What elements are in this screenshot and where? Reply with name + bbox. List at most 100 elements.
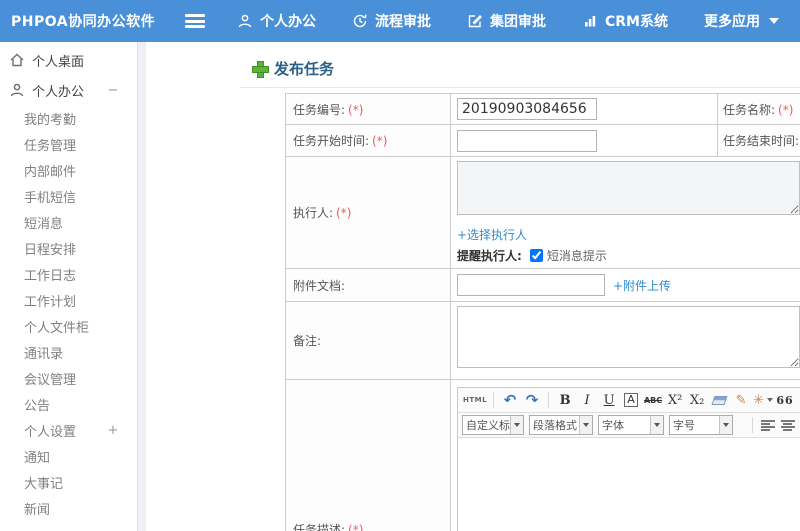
brush-icon-glyph: ✎: [735, 392, 747, 408]
caret-down-icon: [579, 416, 592, 434]
main-content: 发布任务 任务编号:(*) 任务名称:(*) 任务开始时间:(*) 任务结束时间…: [146, 42, 800, 531]
sms-remind-checkbox[interactable]: [529, 249, 543, 262]
bold-button-glyph: B: [559, 392, 571, 408]
executor-textarea[interactable]: [457, 161, 800, 215]
editor-content-area[interactable]: [458, 438, 800, 531]
redo-icon[interactable]: ↷: [522, 390, 542, 410]
strikethrough-button[interactable]: ABC: [643, 390, 663, 410]
collapse-icon[interactable]: −: [103, 83, 123, 98]
superscript-button[interactable]: X²: [665, 390, 685, 410]
sidebar-item-notice[interactable]: 通知: [0, 443, 137, 469]
html-source-button[interactable]: HTML: [463, 390, 487, 410]
bold-button[interactable]: B: [555, 390, 575, 410]
underline-button-glyph: U: [603, 392, 615, 408]
custom-title-select[interactable]: 自定义标题: [462, 415, 524, 435]
sidebar-item-label: 个人办公: [32, 84, 85, 100]
blockquote-icon[interactable]: 66: [775, 390, 795, 410]
editor-toolbar-row2: 自定义标题 段落格式 字体 字号: [458, 413, 800, 438]
sidebar-item-label: 日程安排: [24, 242, 77, 258]
user-icon: [237, 13, 253, 29]
sidebar-item-personal-office[interactable]: 个人办公 −: [0, 75, 137, 105]
italic-button-glyph: I: [584, 392, 590, 408]
sidebar-item-meeting-management[interactable]: 会议管理: [0, 365, 137, 391]
subscript-button[interactable]: X₂: [687, 390, 707, 410]
sidebar-item-mobile-sms[interactable]: 手机短信: [0, 183, 137, 209]
sidebar-item-label: 内部邮件: [24, 164, 77, 180]
sidebar-item-personal-file-cabinet[interactable]: 个人文件柜: [0, 313, 137, 339]
executor-label: 执行人: (*): [285, 156, 451, 269]
italic-button[interactable]: I: [577, 390, 597, 410]
hamburger-menu-icon[interactable]: [185, 14, 205, 28]
description-label: 任务描述: (*): [285, 379, 451, 531]
choose-executor-link[interactable]: +选择执行人: [457, 228, 527, 242]
bar-chart-icon: [582, 13, 598, 29]
toolbar-separator: [493, 392, 495, 408]
nav-item-workflow-approval[interactable]: 流程审批: [352, 11, 431, 31]
app-window: PHPOA协同办公软件 个人办公 流程审批 集团审批 CRM系统 更多应用 个人桌面 个人…: [0, 0, 800, 531]
font-style-button-glyph: A: [624, 393, 638, 407]
attachment-label: 附件文档:: [285, 268, 451, 302]
align-center-icon[interactable]: [781, 419, 795, 431]
expand-icon[interactable]: +: [103, 423, 123, 438]
sidebar-item-label: 工作计划: [24, 294, 77, 310]
underline-button[interactable]: U: [599, 390, 619, 410]
sidebar-item-label: 大事记: [24, 476, 64, 492]
font-size-select[interactable]: 字号: [669, 415, 733, 435]
nav-item-group-approval[interactable]: 集团审批: [467, 11, 546, 31]
home-icon: [9, 52, 25, 68]
eraser-shape: [711, 395, 728, 405]
attachment-upload-link[interactable]: +附件上传: [613, 277, 671, 294]
sidebar-item-task-management[interactable]: 任务管理: [0, 131, 137, 157]
nav-item-label: 流程审批: [375, 14, 431, 30]
sidebar-item-news[interactable]: 新闻: [0, 495, 137, 521]
caret-down-icon: [719, 416, 732, 434]
sidebar-item-personal-desktop[interactable]: 个人桌面: [0, 45, 137, 75]
format-painter-icon[interactable]: ✳: [753, 390, 774, 410]
strikethrough-button-glyph: ABC: [643, 395, 663, 405]
nav-item-personal-office[interactable]: 个人办公: [237, 11, 316, 31]
task-no-label: 任务编号: (*): [285, 93, 451, 125]
sidebar-item-personal-settings[interactable]: 个人设置 +: [0, 417, 137, 443]
sidebar-item-short-message[interactable]: 短消息: [0, 209, 137, 235]
caret-down-icon: [650, 416, 663, 434]
toolbar-separator: [548, 392, 550, 408]
paragraph-format-select[interactable]: 段落格式: [529, 415, 593, 435]
nav-item-crm-system[interactable]: CRM系统: [582, 11, 668, 31]
font-style-button[interactable]: A: [621, 390, 641, 410]
brush-icon[interactable]: ✎: [731, 390, 751, 410]
nav-item-label: 更多应用: [704, 14, 760, 30]
sidebar-item-work-log[interactable]: 工作日志: [0, 261, 137, 287]
eraser-icon[interactable]: [709, 390, 729, 410]
sidebar-item-my-attendance[interactable]: 我的考勤: [0, 105, 137, 131]
attachment-input[interactable]: [457, 274, 605, 296]
page-title-text: 发布任务: [274, 59, 335, 78]
font-family-select[interactable]: 字体: [598, 415, 664, 435]
top-navigation: 个人办公 流程审批 集团审批 CRM系统 更多应用: [237, 11, 779, 31]
remark-textarea[interactable]: [457, 306, 800, 368]
task-no-input[interactable]: [457, 98, 597, 120]
sidebar-item-schedule[interactable]: 日程安排: [0, 235, 137, 261]
caret-down-icon: [767, 398, 774, 402]
sidebar-item-contacts[interactable]: 通讯录: [0, 339, 137, 365]
sidebar-item-memorabilia[interactable]: 大事记: [0, 469, 137, 495]
sidebar-item-internal-mail[interactable]: 内部邮件: [0, 157, 137, 183]
rich-text-editor: HTML↶↷BIUAABCX²X₂✎✳66TA 自定义标题段落格式字体字号: [457, 387, 800, 531]
sidebar-item-work-plan[interactable]: 工作计划: [0, 287, 137, 313]
undo-icon[interactable]: ↶: [500, 390, 520, 410]
page-title: 发布任务: [252, 55, 800, 81]
process-icon: [352, 13, 368, 29]
nav-item-more-apps[interactable]: 更多应用: [704, 11, 779, 31]
sidebar-item-announcement[interactable]: 公告: [0, 391, 137, 417]
sidebar-item-label: 个人桌面: [32, 54, 85, 70]
caret-down-icon: [510, 416, 523, 434]
sidebar-item-label: 通知: [24, 450, 51, 466]
sidebar-item-label: 公告: [24, 398, 51, 414]
align-left-icon[interactable]: [761, 419, 775, 431]
sidebar-splitter[interactable]: [138, 42, 146, 531]
sidebar-item-label: 我的考勤: [24, 112, 77, 128]
sidebar-item-label: 个人设置: [24, 424, 77, 440]
sidebar-item-label: 任务管理: [24, 138, 77, 154]
nav-item-label: 集团审批: [490, 14, 546, 30]
start-time-input[interactable]: [457, 129, 597, 152]
toolbar-separator: [752, 417, 753, 433]
